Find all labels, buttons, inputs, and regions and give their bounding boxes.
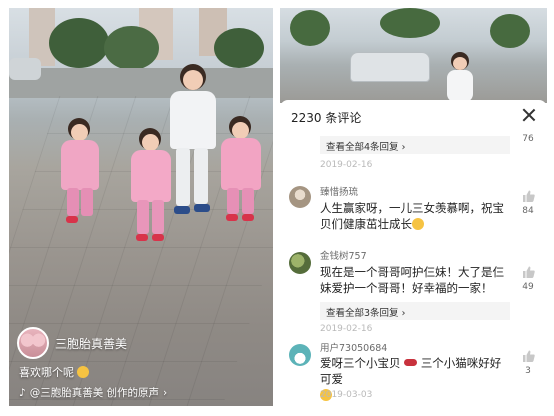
tree xyxy=(380,8,440,38)
street xyxy=(9,68,273,98)
comment-username[interactable]: 金钱树757 xyxy=(320,248,367,262)
view-replies-label: 查看全部4条回复 xyxy=(326,142,399,153)
comment-item: 臻惜扬琉 人生赢家呀，一儿三女羡慕啊，祝宝贝们健康茁壮成长 84 xyxy=(280,180,547,244)
creator-avatar[interactable] xyxy=(17,327,49,359)
comment-item: 用户73050684 爱呀三个小宝贝 三个小猫咪好好可爱 2019-03-03 … xyxy=(280,340,547,406)
chevron-right-icon: › xyxy=(401,308,406,319)
like-count: 84 xyxy=(522,206,534,216)
tree xyxy=(104,26,159,70)
comment-text-part: 爱呀三个小宝贝 xyxy=(320,356,401,370)
thumbs-up-icon xyxy=(522,350,535,362)
video-caption: 喜欢哪个呢 xyxy=(19,364,89,380)
like-count: 3 xyxy=(525,366,531,376)
creator-name[interactable]: 三胞胎真善美 xyxy=(55,335,127,352)
avatar[interactable] xyxy=(289,344,311,366)
like-button[interactable]: 49 xyxy=(519,266,537,292)
music-title[interactable]: @三胞胎真善美 创作的原声 xyxy=(30,385,159,400)
comments-sheet: 2230 条评论 查看全部4条回复 › 2019-02-16 76 臻惜扬琉 人… xyxy=(280,100,547,406)
thumbs-up-icon xyxy=(522,266,535,278)
comment-date: 2019-03-03 xyxy=(320,390,373,400)
comments-screen: 2230 条评论 查看全部4条回复 › 2019-02-16 76 臻惜扬琉 人… xyxy=(280,8,547,406)
view-replies-label: 查看全部3条回复 xyxy=(326,308,399,319)
avatar[interactable] xyxy=(289,252,311,274)
parked-car xyxy=(9,58,41,80)
chevron-right-icon: › xyxy=(401,142,406,153)
tree xyxy=(49,18,109,68)
creator-info[interactable]: 三胞胎真善美 xyxy=(17,326,127,360)
parked-car xyxy=(350,52,430,82)
avatar[interactable] xyxy=(289,186,311,208)
comment-username[interactable]: 臻惜扬琉 xyxy=(320,184,358,198)
comment-username[interactable]: 用户73050684 xyxy=(320,340,387,354)
video-frame[interactable]: 三胞胎真善美 喜欢哪个呢 ♪ @三胞胎真善美 创作的原声 › xyxy=(9,8,273,406)
comments-header: 2230 条评论 xyxy=(280,100,547,132)
thumbs-up-icon xyxy=(522,190,535,202)
comment-count: 2230 条评论 xyxy=(291,111,362,125)
music-info[interactable]: ♪ @三胞胎真善美 创作的原声 › xyxy=(19,385,167,400)
tree xyxy=(214,28,264,68)
comment-text: 现在是一个哥哥呵护仨妹！大了是仨妹爱护一个哥哥！好幸福的一家！ xyxy=(320,265,504,295)
smile-emoji-icon xyxy=(77,366,89,378)
child-figure-girl xyxy=(215,116,269,228)
child-figure-girl xyxy=(125,128,179,248)
lips-emoji-icon xyxy=(404,359,418,366)
comment-text: 人生赢家呀，一儿三女羡慕啊，祝宝贝们健康茁壮成长 xyxy=(320,200,510,232)
comment-item: 金钱树757 现在是一个哥哥呵护仨妹！大了是仨妹爱护一个哥哥！好幸福的一家！ 查… xyxy=(280,248,547,334)
like-count: 76 xyxy=(522,134,534,144)
like-count: 49 xyxy=(522,282,534,292)
smile-emoji-icon xyxy=(412,218,424,230)
close-icon[interactable] xyxy=(521,107,537,123)
comment-item: 查看全部4条回复 › 2019-02-16 76 xyxy=(280,130,547,170)
caption-text: 喜欢哪个呢 xyxy=(19,366,74,379)
like-button[interactable]: 76 xyxy=(519,130,537,144)
like-button[interactable]: 84 xyxy=(519,190,537,216)
tree xyxy=(290,10,330,46)
chevron-right-icon: › xyxy=(163,386,168,399)
comment-date: 2019-02-16 xyxy=(320,324,373,334)
child-figure-girl xyxy=(55,118,107,228)
comment-date: 2019-02-16 xyxy=(320,160,373,170)
boy-in-background xyxy=(445,52,475,102)
like-button[interactable]: 3 xyxy=(519,350,537,376)
music-note-icon: ♪ xyxy=(19,386,26,399)
tree xyxy=(490,14,530,48)
view-replies-button[interactable]: 查看全部3条回复 › xyxy=(320,302,510,320)
view-replies-button[interactable]: 查看全部4条回复 › xyxy=(320,136,510,154)
